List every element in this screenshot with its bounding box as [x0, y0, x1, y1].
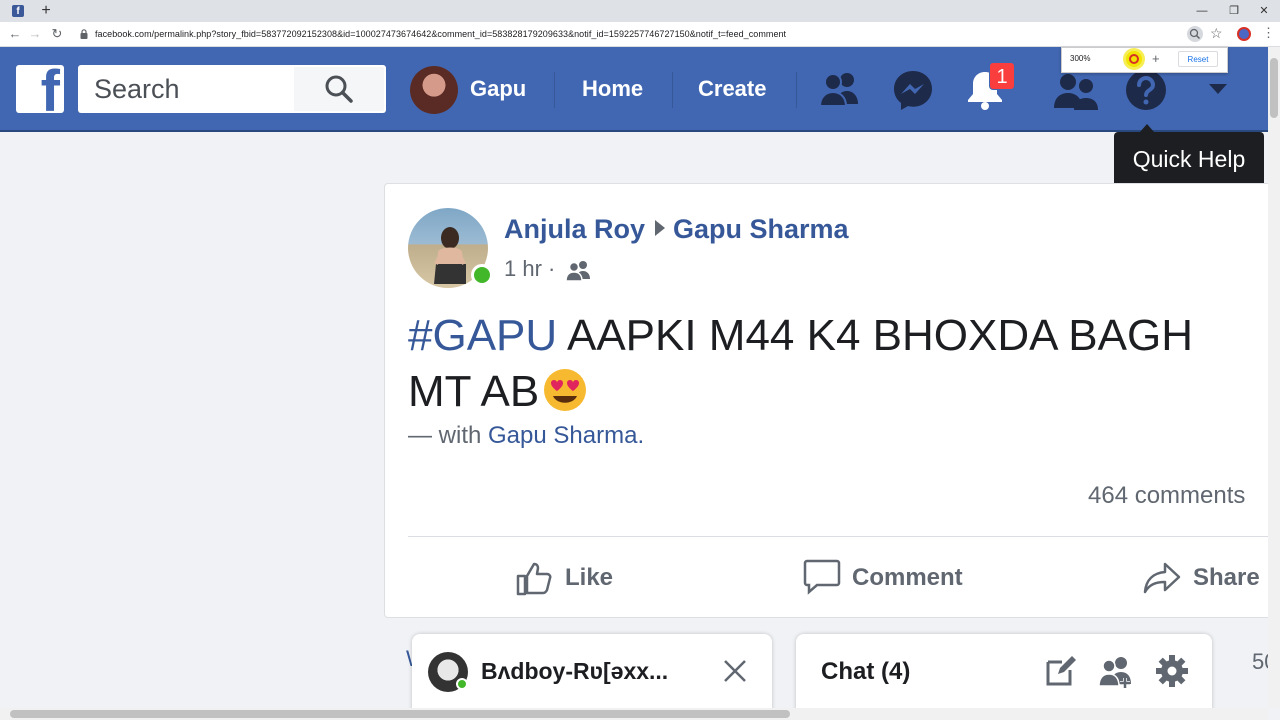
author-name-link[interactable]: Anjula Roy — [504, 214, 645, 244]
gear-icon[interactable] — [1155, 654, 1189, 688]
zoom-out-button[interactable] — [1126, 51, 1142, 67]
share-button[interactable]: Share — [1143, 558, 1268, 598]
post-timestamp[interactable]: 1 hr · — [504, 256, 555, 282]
hashtag-link[interactable]: #GAPU — [408, 311, 557, 360]
quick-help-tooltip: Quick Help — [1114, 132, 1264, 187]
online-status-dot — [456, 678, 468, 690]
heart-eyes-emoji-icon — [544, 369, 587, 411]
logo-letter: f — [40, 65, 60, 113]
search-button[interactable] — [294, 67, 384, 111]
zoom-level: 300% — [1070, 54, 1091, 63]
close-icon[interactable] — [722, 658, 748, 684]
speech-bubble-icon — [803, 559, 841, 595]
profile-link[interactable]: Gapu — [470, 76, 526, 102]
post-text: #GAPU AAPKI M44 K4 BHOXDA BAGH MT AB — [408, 308, 1268, 420]
facebook-tab-icon[interactable]: f — [12, 5, 24, 17]
notification-badge[interactable]: 1 — [989, 62, 1015, 90]
share-label: Share — [1193, 564, 1260, 591]
tagged-with-line: — with Gapu Sharma. — [408, 422, 644, 450]
with-prefix: — with — [408, 422, 489, 449]
vertical-scrollbar[interactable] — [1268, 47, 1280, 708]
comment-count[interactable]: 464 comments — [1088, 482, 1245, 510]
horizontal-scroll-thumb[interactable] — [10, 710, 790, 718]
zoom-in-button[interactable]: + — [1152, 51, 1160, 66]
nav-divider — [672, 72, 673, 108]
chat-title[interactable]: Chat (4) — [821, 658, 910, 686]
share-arrow-icon — [1143, 562, 1181, 594]
friend-requests-icon[interactable] — [1054, 68, 1098, 112]
tab-bar — [0, 0, 1280, 22]
reload-icon[interactable]: ↻ — [48, 25, 66, 43]
forward-icon[interactable]: → — [26, 25, 44, 43]
account-menu-icon[interactable] — [1208, 82, 1228, 96]
create-link[interactable]: Create — [698, 76, 766, 102]
new-group-icon[interactable] — [1099, 654, 1133, 688]
nav-divider — [796, 72, 797, 108]
post-author-line: Anjula Roy Gapu Sharma — [504, 214, 849, 245]
post-text-line2: MT AB — [408, 367, 540, 416]
close-window-icon[interactable]: ✕ — [1252, 2, 1276, 20]
target-name-link[interactable]: Gapu Sharma — [673, 214, 849, 244]
comment-label: Comment — [852, 564, 963, 591]
help-icon[interactable] — [1124, 68, 1168, 112]
friends-audience-icon[interactable] — [566, 259, 592, 281]
compose-icon[interactable] — [1044, 654, 1078, 688]
minimize-icon[interactable]: — — [1190, 2, 1214, 20]
nav-divider — [554, 72, 555, 108]
like-button[interactable]: Like — [514, 558, 624, 598]
profile-icon[interactable] — [1237, 27, 1251, 41]
vertical-scroll-thumb[interactable] — [1270, 58, 1278, 118]
home-link[interactable]: Home — [582, 76, 643, 102]
divider — [408, 536, 1280, 537]
comment-button[interactable]: Comment — [803, 558, 983, 598]
zoom-icon[interactable] — [1187, 26, 1203, 42]
messenger-icon[interactable] — [891, 68, 935, 112]
star-icon[interactable]: ☆ — [1210, 25, 1223, 42]
menu-icon[interactable]: ⋮ — [1262, 25, 1275, 41]
avatar[interactable] — [410, 66, 458, 114]
chat-contact-name[interactable]: Bʌdboy-Rʋ[əxx... — [481, 658, 701, 685]
like-label: Like — [565, 564, 614, 591]
lock-icon[interactable] — [80, 29, 88, 39]
address-bar[interactable]: facebook.com/permalink.php?story_fbid=58… — [95, 29, 786, 39]
search-input[interactable] — [80, 67, 294, 111]
zoom-reset-button[interactable]: Reset — [1178, 51, 1218, 67]
post-text-line1: AAPKI M44 K4 BHOXDA BAGH — [557, 311, 1193, 360]
online-status-dot — [471, 264, 493, 286]
new-tab-button[interactable]: + — [38, 1, 54, 21]
side-count: 50 — [1252, 649, 1268, 674]
tooltip-arrow — [1140, 124, 1154, 132]
with-suffix: . — [637, 422, 645, 449]
restore-icon[interactable]: ❐ — [1222, 2, 1246, 20]
search-icon — [325, 75, 353, 103]
arrow-right-icon — [655, 220, 666, 236]
tagged-person-link[interactable]: Gapu Sharma — [488, 422, 637, 449]
thumbs-up-icon — [516, 562, 552, 596]
facebook-logo[interactable]: f — [16, 65, 64, 113]
friends-icon[interactable] — [818, 68, 862, 112]
back-icon[interactable]: ← — [6, 25, 24, 43]
